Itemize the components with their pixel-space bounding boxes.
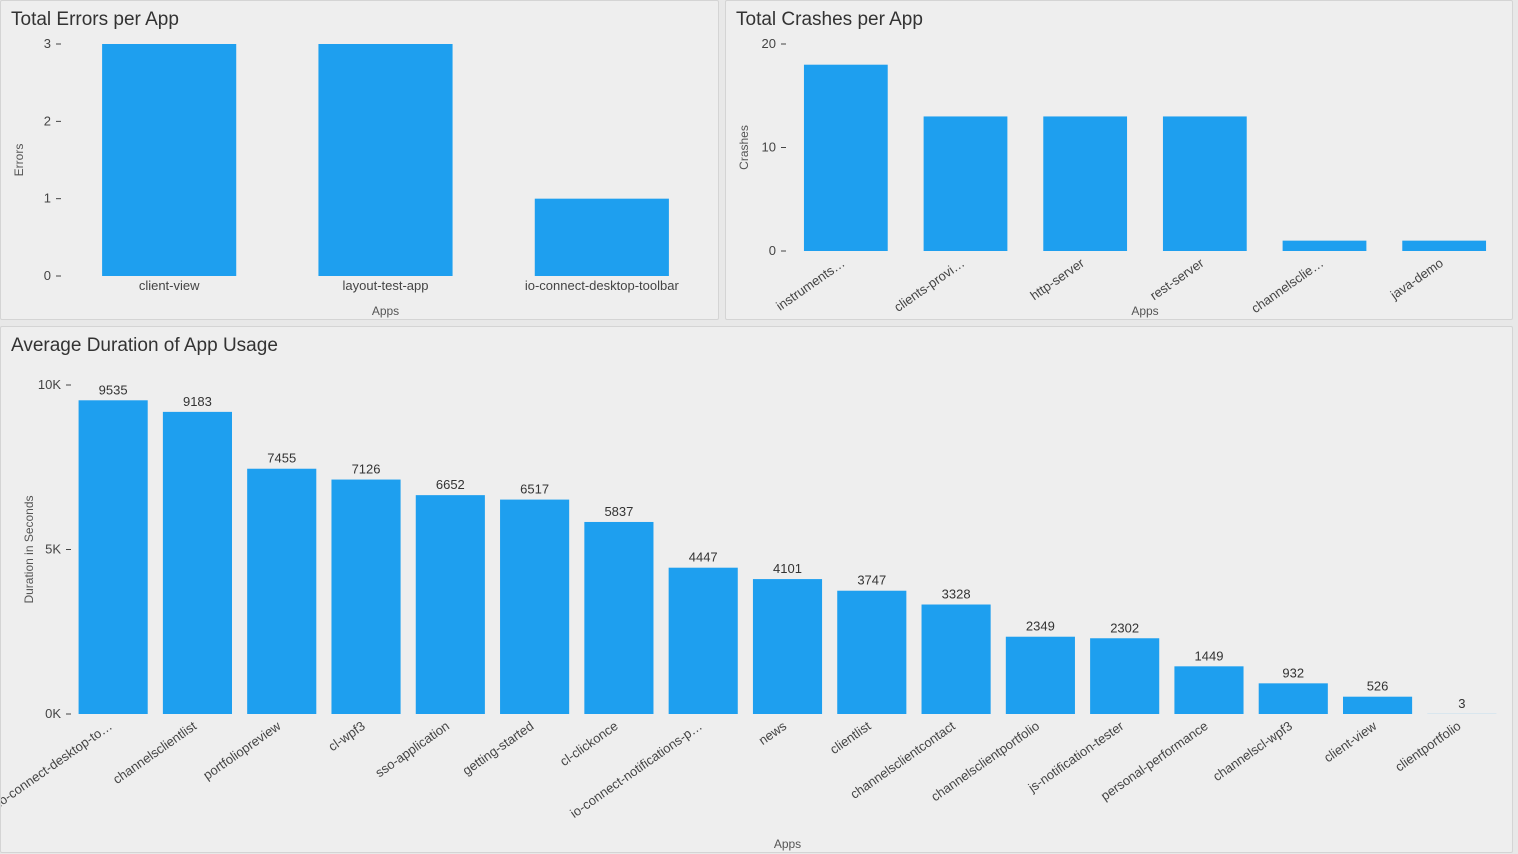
svg-text:6517: 6517 [520, 482, 549, 497]
svg-text:cl-wpf3: cl-wpf3 [325, 718, 367, 754]
svg-text:http-server: http-server [1027, 255, 1087, 303]
svg-text:clientlist: clientlist [827, 718, 874, 757]
svg-text:4101: 4101 [773, 561, 802, 576]
svg-text:9183: 9183 [183, 394, 212, 409]
bar [1343, 697, 1412, 714]
svg-text:3: 3 [44, 39, 51, 51]
panel-title-errors: Total Errors per App [1, 1, 718, 33]
bar [1174, 666, 1243, 714]
panel-duration: Average Duration of App Usage 0K 5K 10K Dur… [0, 326, 1513, 853]
bar [804, 65, 888, 251]
bar [922, 605, 991, 714]
svg-text:5K: 5K [45, 542, 61, 557]
svg-text:2302: 2302 [1110, 620, 1139, 635]
svg-text:channelsclie…: channelsclie… [1248, 255, 1326, 316]
bar [163, 412, 232, 714]
bar [1402, 241, 1486, 251]
bar [1259, 683, 1328, 714]
svg-text:portfoliopreview: portfoliopreview [200, 718, 284, 783]
bar [416, 495, 485, 714]
svg-text:4447: 4447 [689, 550, 718, 565]
svg-text:0K: 0K [45, 706, 61, 721]
svg-text:10: 10 [762, 140, 776, 155]
svg-text:client-view: client-view [1321, 718, 1380, 765]
bar [500, 500, 569, 714]
bar [1163, 116, 1247, 251]
svg-text:7455: 7455 [267, 451, 296, 466]
svg-text:getting-started: getting-started [460, 718, 537, 778]
svg-text:Apps: Apps [774, 837, 801, 851]
svg-text:0: 0 [44, 268, 51, 283]
panel-errors: Total Errors per App 0 1 2 3 Errors client-vi… [0, 0, 719, 320]
svg-text:5837: 5837 [604, 504, 633, 519]
bar [331, 480, 400, 714]
svg-text:3328: 3328 [942, 587, 971, 602]
svg-text:instruments…: instruments… [773, 255, 847, 313]
svg-text:0: 0 [769, 243, 776, 258]
bar [102, 44, 236, 276]
svg-text:io-connect-desktop-to…: io-connect-desktop-to… [1, 718, 115, 809]
chart-errors: 0 1 2 3 Errors client-view layout-test-app io-c… [1, 39, 718, 319]
bar [924, 116, 1008, 251]
panel-crashes: Total Crashes per App 0 10 20 Crashes instru… [725, 0, 1513, 320]
svg-text:Duration in Seconds: Duration in Seconds [22, 495, 36, 603]
bar [79, 400, 148, 714]
svg-text:3747: 3747 [857, 573, 886, 588]
svg-text:clientportfolio: clientportfolio [1392, 718, 1463, 774]
bar [1283, 241, 1367, 251]
panel-title-crashes: Total Crashes per App [726, 1, 1512, 33]
panel-title-duration: Average Duration of App Usage [1, 327, 1512, 359]
svg-text:1: 1 [44, 191, 51, 206]
svg-text:20: 20 [762, 39, 776, 51]
svg-text:3: 3 [1458, 696, 1465, 711]
bar [669, 568, 738, 714]
svg-text:io-connect-desktop-toolbar: io-connect-desktop-toolbar [525, 278, 680, 293]
svg-text:Errors: Errors [12, 144, 26, 177]
svg-text:932: 932 [1282, 665, 1304, 680]
bar [318, 44, 452, 276]
bar [753, 579, 822, 714]
svg-text:rest-server: rest-server [1147, 255, 1207, 303]
svg-text:Crashes: Crashes [737, 125, 751, 170]
svg-text:7126: 7126 [352, 462, 381, 477]
bar [1090, 638, 1159, 714]
chart-crashes: 0 10 20 Crashes instruments… clients-provi… ht… [726, 39, 1512, 319]
svg-text:1449: 1449 [1195, 648, 1224, 663]
svg-text:clients-provi…: clients-provi… [891, 255, 967, 315]
svg-text:io-connect-notifications-p…: io-connect-notifications-p… [567, 718, 705, 821]
chart-duration: 0K 5K 10K Duration in Seconds 9535 io-connect… [1, 365, 1512, 852]
svg-text:layout-test-app: layout-test-app [343, 278, 429, 293]
svg-text:Apps: Apps [372, 304, 399, 318]
svg-text:client-view: client-view [139, 278, 200, 293]
svg-text:Apps: Apps [1131, 304, 1158, 318]
dashboard: Total Errors per App 0 1 2 3 Errors client-vi… [0, 0, 1518, 853]
bar [1043, 116, 1127, 251]
svg-text:2: 2 [44, 113, 51, 128]
bar [1006, 637, 1075, 714]
svg-text:channelscl-wpf3: channelscl-wpf3 [1210, 718, 1295, 784]
svg-text:9535: 9535 [99, 382, 128, 397]
bar [535, 199, 669, 276]
bar [247, 469, 316, 714]
bar [837, 591, 906, 714]
bar [584, 522, 653, 714]
svg-text:526: 526 [1367, 679, 1389, 694]
svg-text:2349: 2349 [1026, 619, 1055, 634]
svg-text:channelsclientlist: channelsclientlist [110, 718, 199, 787]
svg-text:sso-application: sso-application [372, 718, 452, 780]
svg-text:news: news [756, 718, 790, 748]
svg-text:cl-clickonce: cl-clickonce [557, 718, 621, 769]
svg-text:java-demo: java-demo [1387, 255, 1446, 303]
svg-text:6652: 6652 [436, 477, 465, 492]
svg-text:10K: 10K [38, 377, 61, 392]
